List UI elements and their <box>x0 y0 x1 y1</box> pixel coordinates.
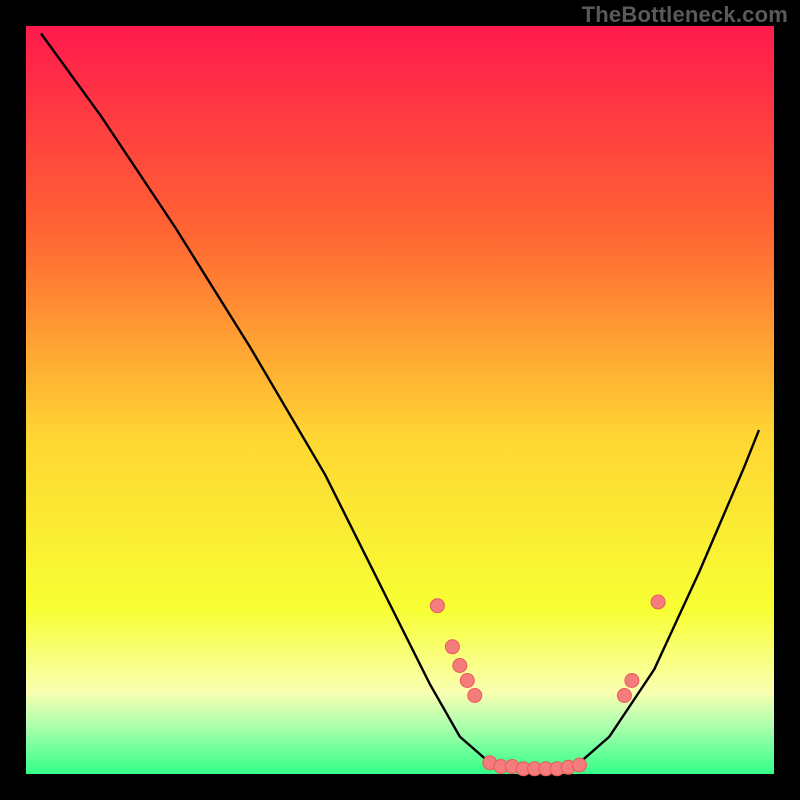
data-point <box>573 758 587 772</box>
data-point <box>460 674 474 688</box>
data-point <box>651 595 665 609</box>
data-point <box>445 640 459 654</box>
chart-frame: TheBottleneck.com <box>0 0 800 800</box>
data-point <box>625 674 639 688</box>
data-point <box>453 659 467 673</box>
data-point <box>617 689 631 703</box>
watermark-text: TheBottleneck.com <box>582 2 788 28</box>
data-point <box>430 599 444 613</box>
bottleneck-chart <box>0 0 800 800</box>
data-point <box>468 689 482 703</box>
gradient-background <box>26 26 774 774</box>
